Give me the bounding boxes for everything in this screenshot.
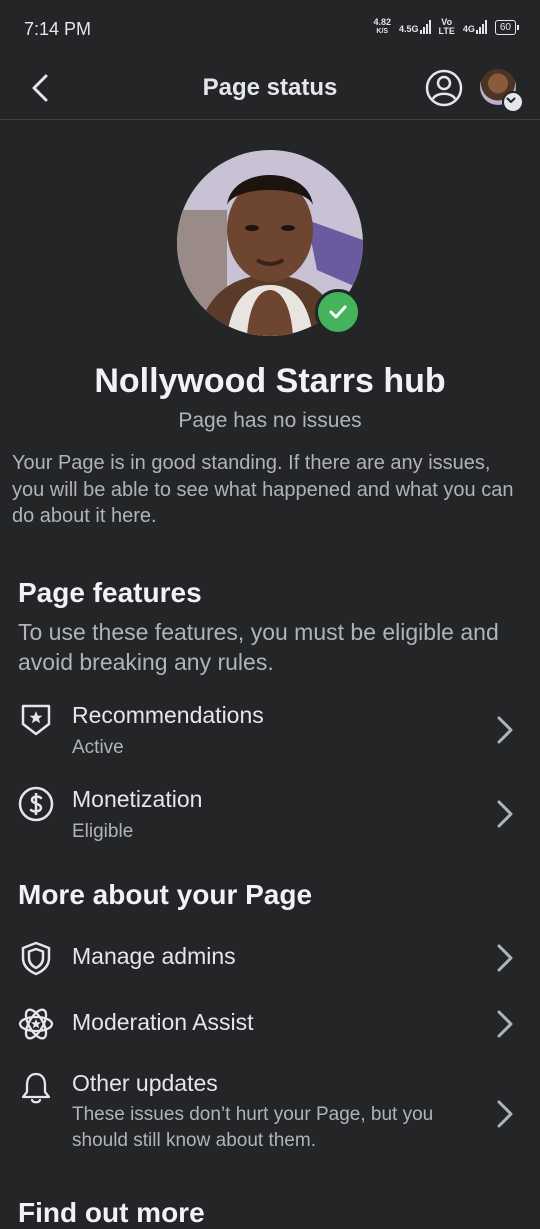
standing-description: Your Page is in good standing. If there … <box>12 452 514 527</box>
top-bar: Page status <box>0 60 540 120</box>
chevron-left-icon <box>32 74 48 102</box>
dollar-circle-icon <box>18 786 54 822</box>
recommendations-title: Recommendations <box>72 702 264 728</box>
chevron-right-icon <box>494 714 516 746</box>
other-updates-description: These issues don’t hurt your Page, but y… <box>72 1104 434 1151</box>
chevron-right-icon <box>494 1008 516 1040</box>
user-circle-icon <box>425 69 463 107</box>
page-features-description: To use these features, you must be eligi… <box>18 619 499 675</box>
status-time: 7:14 PM <box>24 19 92 39</box>
status-bar: 7:14 PM 4.82 K/S 4.5G Vo LTE 4G 60 <box>0 0 540 60</box>
account-switch-badge[interactable] <box>502 91 524 113</box>
network-speed-unit: K/S <box>376 28 389 35</box>
recommendations-row[interactable]: Recommendations Active <box>0 690 540 770</box>
bell-icon <box>18 1070 54 1106</box>
chevron-right-icon <box>494 798 516 830</box>
sim2-label: 4G <box>462 24 475 34</box>
monetization-title: Monetization <box>72 786 203 812</box>
recommendations-status: Active <box>72 737 124 758</box>
page-status-summary: Page has no issues <box>178 409 362 432</box>
moderation-assist-row[interactable]: Moderation Assist <box>0 996 540 1056</box>
sim1-signal-icon: 4.5G <box>399 20 431 34</box>
chevron-down-icon <box>506 97 516 103</box>
other-updates-row[interactable]: Other updates These issues don’t hurt yo… <box>0 1064 540 1164</box>
manage-admins-title: Manage admins <box>72 943 236 969</box>
sim2-signal-icon: 4G <box>463 20 487 34</box>
sim1-label: 4.5G <box>399 24 419 34</box>
status-icons: 4.82 K/S 4.5G Vo LTE 4G 60 <box>373 18 520 36</box>
network-speed-value: 4.82 <box>373 17 391 27</box>
moderation-assist-title: Moderation Assist <box>72 1009 254 1035</box>
monetization-row[interactable]: Monetization Eligible <box>0 774 540 854</box>
network-speed: 4.82 K/S <box>373 18 391 36</box>
check-icon <box>329 305 347 319</box>
monetization-status: Eligible <box>72 821 134 842</box>
shield-icon <box>18 940 54 976</box>
profile-button[interactable] <box>424 68 464 108</box>
page-name: Nollywood Starrs hub <box>94 362 446 400</box>
battery-icon: 60 <box>494 19 520 35</box>
page-features-heading: Page features <box>18 577 202 608</box>
chevron-right-icon <box>494 1098 516 1130</box>
atom-icon <box>18 1006 54 1042</box>
shield-star-icon <box>18 702 54 738</box>
volte-bottom: LTE <box>438 26 455 36</box>
verified-check-badge <box>315 289 361 335</box>
more-about-heading: More about your Page <box>18 879 313 910</box>
battery-level: 60 <box>499 21 511 33</box>
other-updates-title: Other updates <box>72 1070 218 1096</box>
manage-admins-row[interactable]: Manage admins <box>0 930 540 990</box>
chevron-right-icon <box>494 942 516 974</box>
back-button[interactable] <box>26 70 56 106</box>
find-out-more-heading: Find out more <box>18 1197 205 1228</box>
volte-icon: Vo LTE <box>439 18 455 36</box>
